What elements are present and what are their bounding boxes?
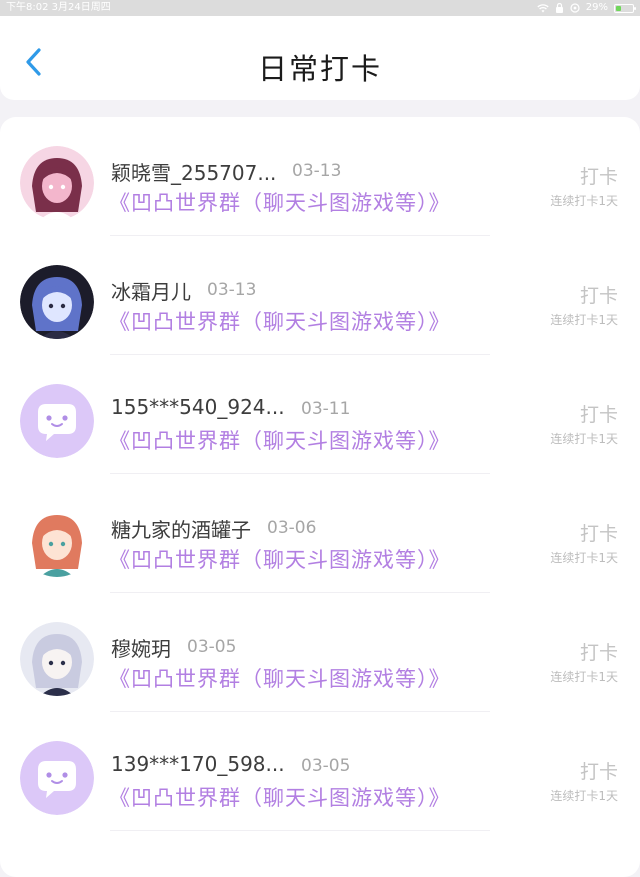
checkin-button[interactable]: 打卡 (580, 519, 618, 546)
battery-icon (614, 3, 636, 13)
streak-label: 连续打卡1天 (550, 551, 618, 565)
checkin-button[interactable]: 打卡 (580, 162, 618, 189)
avatar[interactable] (20, 265, 94, 339)
checkin-button[interactable]: 打卡 (580, 638, 618, 665)
page-title: 日常打卡 (257, 52, 382, 86)
avatar[interactable] (20, 741, 94, 815)
user-name: 139***170_598... (111, 752, 285, 776)
streak-label: 连续打卡1天 (550, 194, 618, 208)
group-link[interactable]: 《凹凸世界群（聊天斗图游戏等）》 (109, 306, 451, 336)
checkin-date: 03-06 (267, 518, 317, 538)
list-item[interactable]: 155***540_924... 03-11 《凹凸世界群（聊天斗图游戏等）》 打卡连… (0, 355, 640, 474)
list-item[interactable]: 穆婉玥 03-05 《凹凸世界群（聊天斗图游戏等）》 打卡连续打卡1天 (0, 593, 640, 712)
row-divider (110, 830, 490, 831)
user-name: 穆婉玥 (111, 637, 171, 661)
group-link[interactable]: 《凹凸世界群（聊天斗图游戏等）》 (109, 544, 451, 574)
user-name: 155***540_924... (111, 395, 285, 419)
checkin-button[interactable]: 打卡 (580, 757, 618, 784)
list-item[interactable]: 冰霜月儿 03-13 《凹凸世界群（聊天斗图游戏等）》 打卡连续打卡1天 (0, 236, 640, 355)
checkin-date: 03-05 (301, 756, 351, 776)
status-bar: 下午8:02 3月24日周四 29% (0, 0, 640, 16)
lock-icon (555, 3, 563, 13)
streak-label: 连续打卡1天 (550, 670, 618, 684)
user-name: 冰霜月儿 (111, 280, 191, 304)
checkin-date: 03-13 (292, 161, 342, 181)
avatar[interactable] (20, 622, 94, 696)
checkin-date: 03-05 (187, 637, 237, 657)
streak-label: 连续打卡1天 (550, 313, 618, 327)
list-item[interactable]: 糖九家的酒罐子 03-06 《凹凸世界群（聊天斗图游戏等）》 打卡连续打卡1天 (0, 474, 640, 593)
checkin-date: 03-11 (301, 399, 351, 419)
checkin-button[interactable]: 打卡 (580, 281, 618, 308)
user-name: 颖晓雪_255707... (111, 161, 277, 185)
streak-label: 连续打卡1天 (550, 432, 618, 446)
group-link[interactable]: 《凹凸世界群（聊天斗图游戏等）》 (109, 425, 451, 455)
status-time-date: 下午8:02 3月24日周四 (6, 2, 111, 13)
group-link[interactable]: 《凹凸世界群（聊天斗图游戏等）》 (109, 187, 451, 217)
avatar[interactable] (20, 146, 94, 220)
status-indicators: 29% (537, 0, 636, 16)
checkin-date: 03-13 (207, 280, 257, 300)
streak-label: 连续打卡1天 (550, 789, 618, 803)
group-link[interactable]: 《凹凸世界群（聊天斗图游戏等）》 (109, 663, 451, 693)
battery-percent: 29% (585, 2, 608, 13)
list-item[interactable]: 颖晓雪_255707... 03-13 《凹凸世界群（聊天斗图游戏等）》 打卡连续打卡… (0, 117, 640, 236)
user-name: 糖九家的酒罐子 (111, 518, 251, 542)
wifi-icon (537, 3, 549, 12)
list-item[interactable]: 139***170_598... 03-05 《凹凸世界群（聊天斗图游戏等）》 打卡连… (0, 712, 640, 831)
avatar[interactable] (20, 503, 94, 577)
group-link[interactable]: 《凹凸世界群（聊天斗图游戏等）》 (109, 782, 451, 812)
rotation-lock-icon (570, 3, 580, 13)
navigation-header: 日常打卡 (0, 16, 640, 100)
checkin-button[interactable]: 打卡 (580, 400, 618, 427)
avatar[interactable] (20, 384, 94, 458)
checkin-list: 颖晓雪_255707... 03-13 《凹凸世界群（聊天斗图游戏等）》 打卡 连续打卡… (0, 117, 640, 877)
